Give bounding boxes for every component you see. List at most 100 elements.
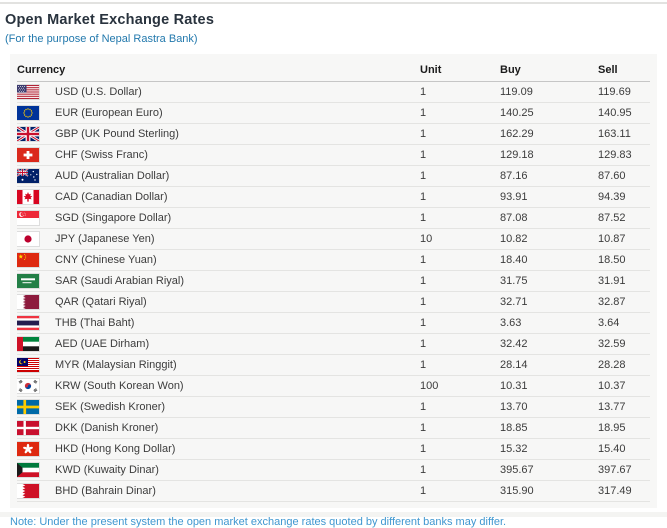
table-row: CAD (Canadian Dollar) 1 93.91 94.39 <box>17 187 650 208</box>
table-row: QAR (Qatari Riyal) 1 32.71 32.87 <box>17 292 650 313</box>
canada-flag <box>17 190 39 204</box>
buy-rate-value: 395.67 <box>500 460 598 481</box>
column-header-unit: Unit <box>420 58 500 82</box>
currency-label: AED (UAE Dirham) <box>55 338 149 350</box>
unit-value: 100 <box>420 376 500 397</box>
table-row: EUR (European Euro) 1 140.25 140.95 <box>17 103 650 124</box>
currency-label: GBP (UK Pound Sterling) <box>55 128 179 140</box>
table-row: SEK (Swedish Kroner) 1 13.70 13.77 <box>17 397 650 418</box>
buy-rate-value: 28.14 <box>500 355 598 376</box>
uk-flag <box>17 127 39 141</box>
buy-rate-value: 10.82 <box>500 229 598 250</box>
table-row: SAR (Saudi Arabian Riyal) 1 31.75 31.91 <box>17 271 650 292</box>
unit-value: 1 <box>420 166 500 187</box>
south-korea-flag <box>17 379 39 393</box>
sell-rate-value: 18.50 <box>598 250 650 271</box>
buy-rate-value: 140.25 <box>500 103 598 124</box>
table-row: THB (Thai Baht) 1 3.63 3.64 <box>17 313 650 334</box>
buy-rate-value: 87.16 <box>500 166 598 187</box>
sell-rate-value: 3.64 <box>598 313 650 334</box>
unit-value: 1 <box>420 124 500 145</box>
buy-rate-value: 129.18 <box>500 145 598 166</box>
currency-label: THB (Thai Baht) <box>55 317 134 329</box>
column-header-currency: Currency <box>17 58 420 82</box>
sell-rate-value: 28.28 <box>598 355 650 376</box>
currency-label: KWD (Kuwaity Dinar) <box>55 464 159 476</box>
buy-rate-value: 315.90 <box>500 481 598 502</box>
japan-flag <box>17 232 39 246</box>
table-row: JPY (Japanese Yen) 10 10.82 10.87 <box>17 229 650 250</box>
unit-value: 1 <box>420 460 500 481</box>
sell-rate-value: 87.52 <box>598 208 650 229</box>
sell-rate-value: 32.59 <box>598 334 650 355</box>
unit-value: 1 <box>420 82 500 103</box>
currency-label: QAR (Qatari Riyal) <box>55 296 147 308</box>
buy-rate-value: 162.29 <box>500 124 598 145</box>
table-row: SGD (Singapore Dollar) 1 87.08 87.52 <box>17 208 650 229</box>
buy-rate-value: 119.09 <box>500 82 598 103</box>
eu-flag <box>17 106 39 120</box>
table-row: MYR (Malaysian Ringgit) 1 28.14 28.28 <box>17 355 650 376</box>
currency-label: BHD (Bahrain Dinar) <box>55 485 156 497</box>
unit-value: 1 <box>420 481 500 502</box>
table-row: KWD (Kuwaity Dinar) 1 395.67 397.67 <box>17 460 650 481</box>
unit-value: 1 <box>420 292 500 313</box>
table-row: KRW (South Korean Won) 100 10.31 10.37 <box>17 376 650 397</box>
unit-value: 1 <box>420 439 500 460</box>
rates-table-body: USD (U.S. Dollar) 1 119.09 119.69 EUR (E… <box>17 82 650 502</box>
unit-value: 1 <box>420 397 500 418</box>
sell-rate-value: 129.83 <box>598 145 650 166</box>
buy-rate-value: 32.71 <box>500 292 598 313</box>
table-row: USD (U.S. Dollar) 1 119.09 119.69 <box>17 82 650 103</box>
currency-label: CHF (Swiss Franc) <box>55 149 148 161</box>
currency-label: AUD (Australian Dollar) <box>55 170 169 182</box>
us-flag <box>17 85 39 99</box>
currency-label: HKD (Hong Kong Dollar) <box>55 443 175 455</box>
sell-rate-value: 15.40 <box>598 439 650 460</box>
sell-rate-value: 10.37 <box>598 376 650 397</box>
buy-rate-value: 10.31 <box>500 376 598 397</box>
sell-rate-value: 31.91 <box>598 271 650 292</box>
buy-rate-value: 15.32 <box>500 439 598 460</box>
unit-value: 1 <box>420 145 500 166</box>
buy-rate-value: 31.75 <box>500 271 598 292</box>
kuwait-flag <box>17 463 39 477</box>
sell-rate-value: 163.11 <box>598 124 650 145</box>
australia-flag <box>17 169 39 183</box>
currency-label: SEK (Swedish Kroner) <box>55 401 165 413</box>
sell-rate-value: 119.69 <box>598 82 650 103</box>
bottom-section-divider <box>0 512 667 517</box>
unit-value: 1 <box>420 355 500 376</box>
bahrain-flag <box>17 484 39 498</box>
table-row: DKK (Danish Kroner) 1 18.85 18.95 <box>17 418 650 439</box>
uae-flag <box>17 337 39 351</box>
table-row: CHF (Swiss Franc) 1 129.18 129.83 <box>17 145 650 166</box>
malaysia-flag <box>17 358 39 372</box>
buy-rate-value: 3.63 <box>500 313 598 334</box>
unit-value: 1 <box>420 208 500 229</box>
buy-rate-value: 18.85 <box>500 418 598 439</box>
thailand-flag <box>17 316 39 330</box>
currency-label: SAR (Saudi Arabian Riyal) <box>55 275 184 287</box>
unit-value: 1 <box>420 334 500 355</box>
table-row: BHD (Bahrain Dinar) 1 315.90 317.49 <box>17 481 650 502</box>
buy-rate-value: 32.42 <box>500 334 598 355</box>
exchange-rates-panel: Currency Unit Buy Sell USD (U.S. Dollar)… <box>10 54 657 508</box>
sell-rate-value: 317.49 <box>598 481 650 502</box>
currency-label: SGD (Singapore Dollar) <box>55 212 171 224</box>
qatar-flag <box>17 295 39 309</box>
denmark-flag <box>17 421 39 435</box>
unit-value: 1 <box>420 313 500 334</box>
saudi-arabia-flag <box>17 274 39 288</box>
unit-value: 1 <box>420 187 500 208</box>
page-title: Open Market Exchange Rates <box>5 12 667 28</box>
buy-rate-value: 18.40 <box>500 250 598 271</box>
sell-rate-value: 140.95 <box>598 103 650 124</box>
unit-value: 1 <box>420 271 500 292</box>
unit-value: 1 <box>420 103 500 124</box>
sell-rate-value: 10.87 <box>598 229 650 250</box>
buy-rate-value: 13.70 <box>500 397 598 418</box>
table-row: AUD (Australian Dollar) 1 87.16 87.60 <box>17 166 650 187</box>
sell-rate-value: 397.67 <box>598 460 650 481</box>
currency-label: MYR (Malaysian Ringgit) <box>55 359 177 371</box>
